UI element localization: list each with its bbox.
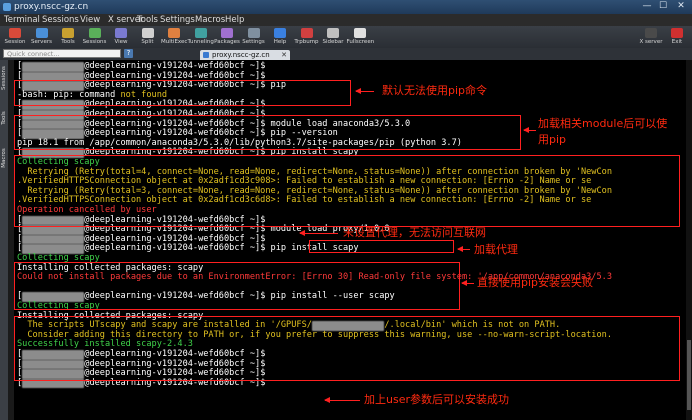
session-tab-label: proxy.nscc-gz.cn: [212, 51, 270, 59]
toolbar-packages-button[interactable]: Packages: [214, 27, 240, 48]
scrollbar-thumb[interactable]: [687, 340, 691, 410]
menu-view[interactable]: View: [80, 14, 100, 26]
annotation-box-pip-missing: [14, 80, 351, 106]
annotation-no-proxy: 未设置代理，无法访问互联网: [343, 226, 486, 239]
toolbar-multiexec-button[interactable]: MultiExec: [161, 27, 187, 48]
servers-icon: [35, 28, 48, 38]
maximize-button[interactable]: ☐: [656, 1, 670, 12]
toolbar-x-server-button[interactable]: X server: [638, 27, 664, 48]
trpbump-icon: [300, 28, 313, 38]
sessions-icon: [88, 28, 101, 38]
annotation-pip-missing: 默认无法使用pip命令: [382, 84, 488, 97]
settings-icon: [247, 28, 260, 38]
fullscreen-icon: [353, 28, 366, 38]
toolbar-label: Servers: [31, 39, 52, 45]
toolbar-trpbump-button[interactable]: Trpbump: [294, 27, 320, 48]
toolbar-tools-button[interactable]: Tools: [55, 27, 81, 48]
sidebar-tab-macros[interactable]: Macros: [0, 140, 8, 176]
toolbar-settings-button[interactable]: Settings: [241, 27, 267, 48]
terminal-text: @deeplearning-v191204-wefd60bcf ~]$: [84, 61, 266, 71]
split-icon: [141, 28, 154, 38]
close-tab-icon[interactable]: ✕: [281, 50, 287, 60]
toolbar-exit-button[interactable]: Exit: [664, 27, 690, 48]
title-bar: proxy.nscc-gz.cn — ☐ ✕: [0, 0, 692, 14]
toolbar-split-button[interactable]: Split: [135, 27, 161, 48]
close-button[interactable]: ✕: [674, 1, 688, 12]
view-icon: [115, 28, 127, 38]
annotation-arrow: [457, 245, 470, 253]
menu-tools[interactable]: Tools: [137, 14, 158, 26]
toolbar-label: X server: [639, 39, 663, 45]
toolbar-label: Sessions: [82, 39, 107, 45]
toolbar-tunneling-button[interactable]: Tunneling: [188, 27, 214, 48]
menu-bar: Terminal Sessions View X server Tools Setting…: [0, 14, 692, 26]
toolbar-label: Session: [4, 39, 26, 45]
annotation-box-load-proxy: [309, 240, 454, 253]
toolbar-fullscreen-button[interactable]: Fullscreen: [346, 27, 375, 48]
mobaxterm-window: proxy.nscc-gz.cn — ☐ ✕ Terminal Sessions V…: [0, 0, 692, 420]
toolbar: Session Servers Tools Sessions View Split Mult…: [0, 26, 692, 48]
x-server-icon: [645, 28, 657, 38]
quick-connect-input[interactable]: Quick connect...: [3, 49, 121, 58]
annotation-arrow: [324, 396, 360, 404]
toolbar-label: Split: [141, 39, 154, 45]
annotation-user-install: 加上user参数后可以安装成功: [364, 393, 509, 406]
toolbar-view-button[interactable]: View: [108, 27, 134, 48]
menu-sessions[interactable]: Sessions: [42, 14, 79, 26]
annotation-box-no-proxy: [14, 155, 680, 227]
sidebar-icon: [327, 28, 339, 38]
annotation-box-pip-fail: [14, 262, 460, 310]
toolbar-label: Help: [273, 39, 287, 45]
terminal-icon: [203, 52, 209, 58]
annotation-load-proxy: 加载代理: [474, 243, 518, 256]
tools-icon: [62, 28, 74, 38]
toolbar-help-button[interactable]: Help: [267, 27, 293, 48]
sidebar-tab-tools[interactable]: Tools: [0, 100, 8, 136]
tab-bar: proxy.nscc-gz.cn ✕: [150, 50, 692, 60]
annotation-arrow: [355, 87, 374, 95]
help-icon[interactable]: ?: [124, 49, 133, 58]
toolbar-label: Settings: [242, 39, 265, 45]
menu-macros[interactable]: Macros: [195, 14, 225, 26]
help-icon: [274, 28, 286, 38]
minimize-button[interactable]: —: [640, 1, 654, 12]
sidebar-tab-sessions[interactable]: Sessions: [0, 60, 8, 96]
menu-settings[interactable]: Settings: [160, 14, 195, 26]
app-icon: [3, 3, 11, 11]
annotation-module-load-line2: 用pip: [538, 133, 567, 146]
toolbar-session-button[interactable]: Session: [2, 27, 28, 48]
packages-icon: [221, 28, 233, 38]
annotation-module-load-line1: 加载相关module后可以使: [538, 117, 668, 130]
annotation-arrow: [523, 126, 536, 134]
toolbar-label: Sidebar: [322, 39, 344, 45]
toolbar-label: Trpbump: [294, 39, 319, 45]
toolbar-sidebar-button[interactable]: Sidebar: [320, 27, 346, 48]
annotation-box-user-install: [14, 316, 680, 381]
toolbar-servers-button[interactable]: Servers: [29, 27, 55, 48]
session-icon: [9, 28, 21, 38]
annotation-pip-fail: 直接使用pip安装会失败: [477, 276, 594, 289]
toolbar-label: Exit: [671, 39, 683, 45]
annotation-box-module-load: [14, 115, 521, 150]
toolbar-label: Tunneling: [187, 39, 214, 45]
menu-terminal[interactable]: Terminal: [4, 14, 40, 26]
session-tab[interactable]: proxy.nscc-gz.cn ✕: [200, 50, 290, 60]
window-title: proxy.nscc-gz.cn: [14, 2, 89, 12]
annotation-arrow: [461, 279, 474, 287]
terminal-text: @deeplearning-v191204-wefd60bcf ~]$: [84, 233, 266, 244]
toolbar-label: MultiExec: [161, 39, 188, 45]
multiexec-icon: [168, 28, 180, 38]
exit-icon: [671, 28, 683, 38]
toolbar-label: Fullscreen: [346, 39, 375, 45]
toolbar-sessions-button[interactable]: Sessions: [82, 27, 108, 48]
tunneling-icon: [194, 28, 207, 38]
toolbar-label: View: [114, 39, 128, 45]
toolbar-label: Packages: [214, 39, 240, 45]
left-sidebar: Sessions Tools Macros: [0, 60, 8, 420]
annotation-arrow: [299, 229, 338, 237]
menu-help[interactable]: Help: [225, 14, 244, 26]
terminal-scrollbar[interactable]: [686, 60, 692, 420]
toolbar-label: Tools: [61, 39, 75, 45]
